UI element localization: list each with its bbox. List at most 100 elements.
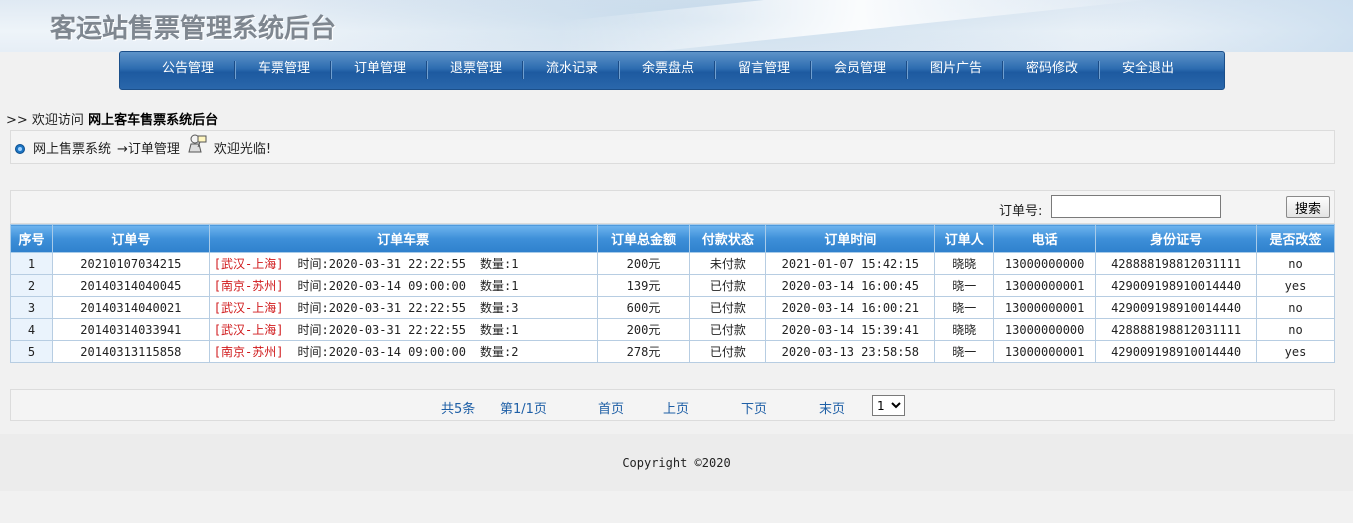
cell-changed: yes	[1256, 340, 1335, 363]
ticket-qty: 数量:3	[479, 301, 519, 315]
cell-status: 未付款	[689, 252, 767, 275]
nav-item-members[interactable]: 会员管理	[812, 51, 908, 90]
pager-last-link[interactable]: 末页	[819, 398, 845, 417]
copyright-text: Copyright ©2020	[622, 456, 731, 470]
col-header-phone: 电话	[993, 224, 1097, 253]
cell-index: 3	[10, 296, 53, 319]
cell-ticket: [南京-苏州] 时间:2020-03-14 09:00:00 数量:2	[208, 340, 598, 363]
nav-item-tickets[interactable]: 车票管理	[236, 51, 332, 90]
cell-order-no: 20210107034215	[51, 252, 210, 275]
cell-phone: 13000000001	[993, 340, 1097, 363]
table-row: 1 20210107034215 [武汉-上海] 时间:2020-03-31 22…	[10, 252, 1335, 275]
table-header-row: 序号 订单号 订单车票 订单总金额 付款状态 订单时间 订单人 电话 身份证号 …	[10, 224, 1335, 253]
cell-changed: yes	[1256, 274, 1335, 297]
nav-item-inventory[interactable]: 余票盘点	[620, 51, 716, 90]
ticket-qty: 数量:1	[479, 323, 519, 337]
cell-index: 4	[10, 318, 53, 341]
cell-ticket: [武汉-上海] 时间:2020-03-31 22:22:55 数量:1	[208, 318, 598, 341]
cell-changed: no	[1256, 318, 1335, 341]
cell-order-time: 2020-03-14 15:39:41	[765, 318, 936, 341]
col-header-changed: 是否改签	[1256, 224, 1335, 253]
cell-phone: 13000000000	[993, 252, 1097, 275]
app-title: 客运站售票管理系统后台	[50, 14, 337, 44]
ticket-time: 时间:2020-03-14 09:00:00	[297, 279, 466, 293]
table-row: 4 20140314033941 [武汉-上海] 时间:2020-03-31 22…	[10, 318, 1335, 341]
breadcrumb-current: →订单管理	[117, 141, 180, 157]
cell-index: 5	[10, 340, 53, 363]
cell-order-time: 2020-03-14 16:00:21	[765, 296, 936, 319]
pagination-bar: 共5条 第1/1页 首页 上页 下页 末页 1	[10, 389, 1335, 421]
cell-id-no: 429009198910014440	[1095, 296, 1258, 319]
cell-amount: 278元	[596, 340, 691, 363]
ticket-route: [武汉-上海]	[213, 323, 284, 337]
cell-person: 晓一	[934, 296, 995, 319]
cell-ticket: [武汉-上海] 时间:2020-03-31 22:22:55 数量:3	[208, 296, 598, 319]
pager-first-link[interactable]: 首页	[598, 398, 624, 417]
pager-page: 第1/1页	[500, 402, 547, 417]
ticket-time: 时间:2020-03-31 22:22:55	[297, 301, 466, 315]
cell-changed: no	[1256, 252, 1335, 275]
cell-amount: 139元	[596, 274, 691, 297]
ticket-route: [武汉-上海]	[213, 301, 284, 315]
nav-item-refunds[interactable]: 退票管理	[428, 51, 524, 90]
cell-amount: 200元	[596, 318, 691, 341]
cell-order-time: 2020-03-13 23:58:58	[765, 340, 936, 363]
order-number-input[interactable]	[1051, 195, 1221, 218]
cell-order-no: 20140314033941	[51, 318, 210, 341]
cell-phone: 13000000000	[993, 318, 1097, 341]
cell-person: 晓一	[934, 340, 995, 363]
cell-phone: 13000000001	[993, 296, 1097, 319]
cell-order-time: 2021-01-07 15:42:15	[765, 252, 936, 275]
cell-order-no: 20140313115858	[51, 340, 210, 363]
ticket-route: [武汉-上海]	[213, 257, 284, 271]
col-header-id-no: 身份证号	[1095, 224, 1258, 253]
order-number-label: 订单号:	[999, 204, 1043, 219]
breadcrumb-root[interactable]: 网上售票系统	[33, 138, 111, 157]
cell-ticket: [武汉-上海] 时间:2020-03-31 22:22:55 数量:1	[208, 252, 598, 275]
ticket-time: 时间:2020-03-14 09:00:00	[297, 345, 466, 359]
pager-next-link[interactable]: 下页	[741, 398, 767, 417]
col-header-order-time: 订单时间	[765, 224, 936, 253]
cell-id-no: 429009198910014440	[1095, 340, 1258, 363]
cell-index: 1	[10, 252, 53, 275]
cell-person: 晓晓	[934, 318, 995, 341]
table-row: 3 20140314040021 [武汉-上海] 时间:2020-03-31 22…	[10, 296, 1335, 319]
cell-id-no: 428888198812031111	[1095, 318, 1258, 341]
pager-prev-link[interactable]: 上页	[663, 398, 689, 417]
nav-item-logout[interactable]: 安全退出	[1100, 51, 1196, 90]
ticket-qty: 数量:1	[479, 257, 519, 271]
ticket-time: 时间:2020-03-31 22:22:55	[297, 323, 466, 337]
welcome-sign-icon	[186, 133, 208, 155]
cell-ticket: [南京-苏州] 时间:2020-03-14 09:00:00 数量:1	[208, 274, 598, 297]
orders-table: 序号 订单号 订单车票 订单总金额 付款状态 订单时间 订单人 电话 身份证号 …	[10, 224, 1335, 363]
pager-total: 共5条	[441, 402, 476, 417]
cell-status: 已付款	[689, 340, 767, 363]
nav-item-password[interactable]: 密码修改	[1004, 51, 1100, 90]
nav-item-ads[interactable]: 图片广告	[908, 51, 1004, 90]
cell-id-no: 428888198812031111	[1095, 252, 1258, 275]
nav-item-messages[interactable]: 留言管理	[716, 51, 812, 90]
bullet-icon	[15, 144, 25, 154]
cell-index: 2	[10, 274, 53, 297]
cell-changed: no	[1256, 296, 1335, 319]
header-banner: 客运站售票管理系统后台	[0, 0, 1353, 52]
table-row: 2 20140314040045 [南京-苏州] 时间:2020-03-14 09…	[10, 274, 1335, 297]
welcome-site-name: 网上客车售票系统后台	[88, 113, 219, 128]
col-header-order-no: 订单号	[51, 224, 210, 253]
cell-order-time: 2020-03-14 16:00:45	[765, 274, 936, 297]
breadcrumb-greeting: 欢迎光临!	[213, 141, 272, 157]
search-button[interactable]: 搜索	[1286, 196, 1330, 218]
welcome-line: >> 欢迎访问 网上客车售票系统后台	[6, 109, 218, 128]
cell-amount: 200元	[596, 252, 691, 275]
table-row: 5 20140313115858 [南京-苏州] 时间:2020-03-14 09…	[10, 340, 1335, 363]
cell-phone: 13000000001	[993, 274, 1097, 297]
nav-item-announcements[interactable]: 公告管理	[140, 51, 236, 90]
page-select[interactable]: 1	[872, 395, 905, 416]
col-header-index: 序号	[10, 224, 53, 253]
ticket-qty: 数量:2	[479, 345, 519, 359]
nav-item-transactions[interactable]: 流水记录	[524, 51, 620, 90]
ticket-route: [南京-苏州]	[213, 279, 284, 293]
nav-item-orders[interactable]: 订单管理	[332, 51, 428, 90]
ticket-time: 时间:2020-03-31 22:22:55	[297, 257, 466, 271]
col-header-person: 订单人	[934, 224, 995, 253]
